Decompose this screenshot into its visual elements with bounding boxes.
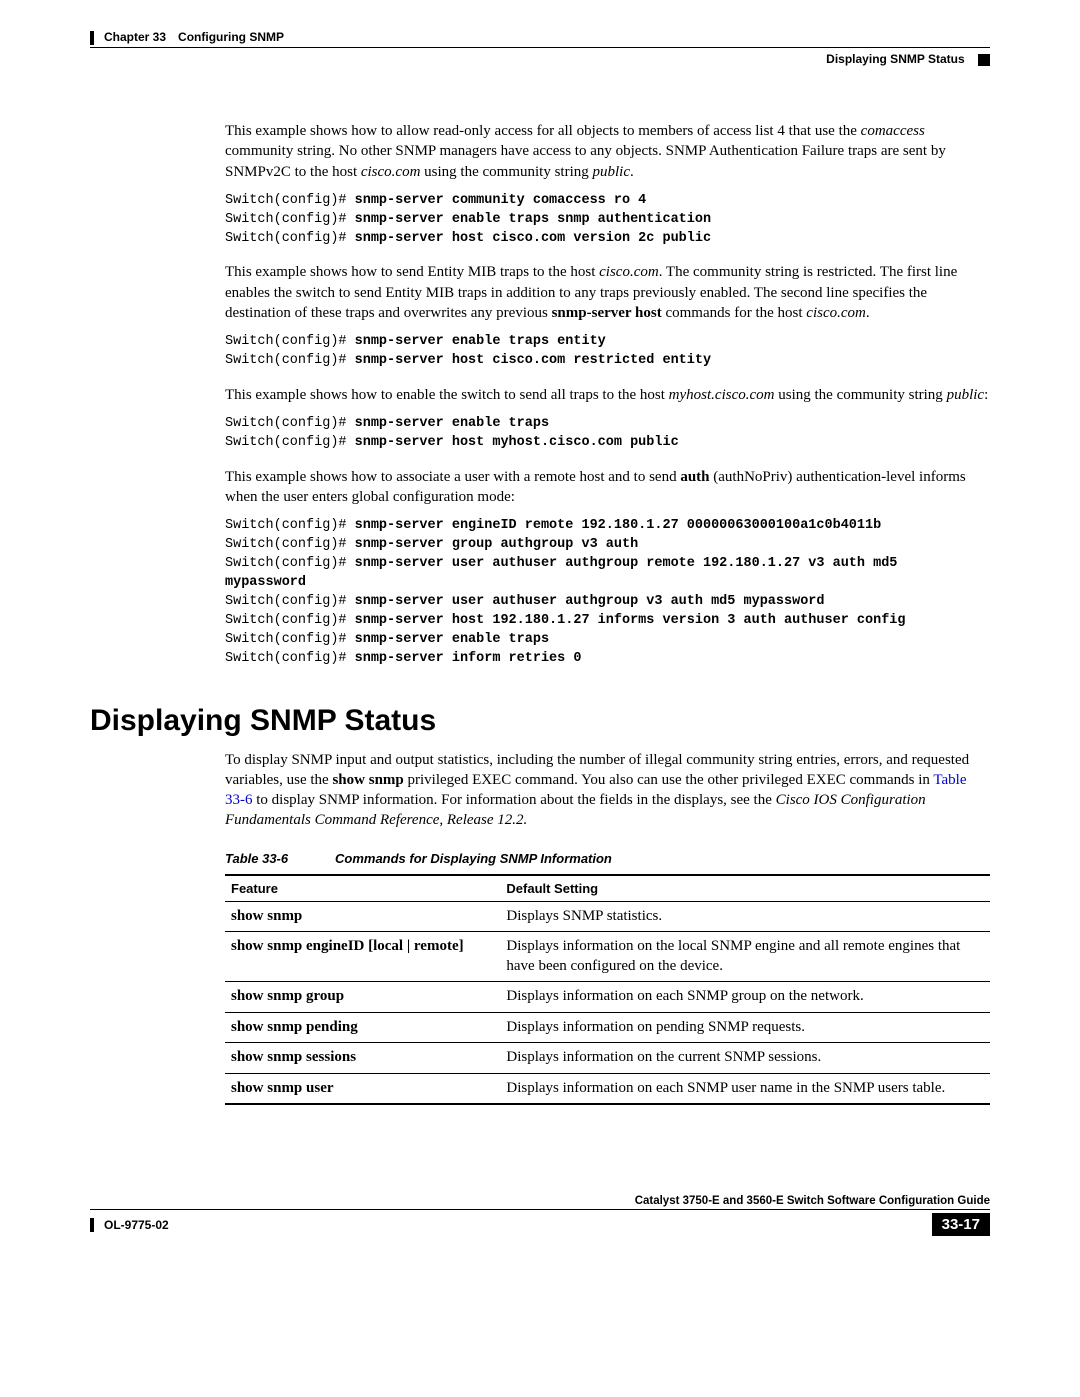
table-cell-desc: Displays information on pending SNMP req… — [500, 1012, 990, 1043]
code-example-3: Switch(config)# snmp-server enable traps… — [225, 415, 990, 453]
table-cell-feature: show snmp pending — [225, 1012, 500, 1043]
table-header-default: Default Setting — [500, 875, 990, 902]
section-intro-paragraph: To display SNMP input and output statist… — [225, 750, 990, 831]
table-cell-desc: Displays SNMP statistics. — [500, 901, 990, 932]
table-row: show snmp group Displays information on … — [225, 982, 990, 1013]
table-cell-desc: Displays information on the local SNMP e… — [500, 932, 990, 982]
table-header-feature: Feature — [225, 875, 500, 902]
chapter-label: Chapter 33 — [104, 30, 166, 44]
table-cell-desc: Displays information on the current SNMP… — [500, 1043, 990, 1074]
code-example-2: Switch(config)# snmp-server enable traps… — [225, 333, 990, 371]
table-row: show snmp sessions Displays information … — [225, 1043, 990, 1074]
section-running-header: Displaying SNMP Status — [90, 52, 990, 66]
header-accent-bar — [90, 31, 94, 45]
code-example-1: Switch(config)# snmp-server community co… — [225, 192, 990, 249]
table-row: show snmp engineID [local | remote] Disp… — [225, 932, 990, 982]
section-heading-displaying-snmp-status: Displaying SNMP Status — [90, 704, 990, 738]
table-cell-feature: show snmp group — [225, 982, 500, 1013]
header-end-marker-icon — [978, 54, 990, 66]
chapter-title: Configuring SNMP — [178, 30, 284, 44]
example-intro-4: This example shows how to associate a us… — [225, 467, 990, 508]
page-header: Chapter 33 Configuring SNMP — [90, 30, 990, 48]
table-cell-feature: show snmp sessions — [225, 1043, 500, 1074]
table-caption: Table 33-6Commands for Displaying SNMP I… — [225, 851, 990, 866]
table-cell-desc: Displays information on each SNMP user n… — [500, 1073, 990, 1104]
table-row: show snmp user Displays information on e… — [225, 1073, 990, 1104]
table-cell-desc: Displays information on each SNMP group … — [500, 982, 990, 1013]
table-row: show snmp Displays SNMP statistics. — [225, 901, 990, 932]
commands-table: Feature Default Setting show snmp Displa… — [225, 874, 990, 1106]
footer-doc-id: OL-9775-02 — [104, 1218, 169, 1232]
table-cell-feature: show snmp — [225, 901, 500, 932]
page-footer: Catalyst 3750-E and 3560-E Switch Softwa… — [90, 1195, 990, 1236]
table-cell-feature: show snmp engineID [local | remote] — [225, 932, 500, 982]
footer-accent-bar — [90, 1218, 94, 1232]
footer-guide-title: Catalyst 3750-E and 3560-E Switch Softwa… — [90, 1195, 990, 1207]
code-example-4: Switch(config)# snmp-server engineID rem… — [225, 517, 990, 668]
example-intro-3: This example shows how to enable the swi… — [225, 385, 990, 405]
table-header-row: Feature Default Setting — [225, 875, 990, 902]
table-row: show snmp pending Displays information o… — [225, 1012, 990, 1043]
example-intro-1: This example shows how to allow read-onl… — [225, 121, 990, 182]
page-number: 33-17 — [932, 1213, 990, 1236]
table-cell-feature: show snmp user — [225, 1073, 500, 1104]
section-title-text: Displaying SNMP Status — [826, 52, 964, 66]
example-intro-2: This example shows how to send Entity MI… — [225, 262, 990, 323]
